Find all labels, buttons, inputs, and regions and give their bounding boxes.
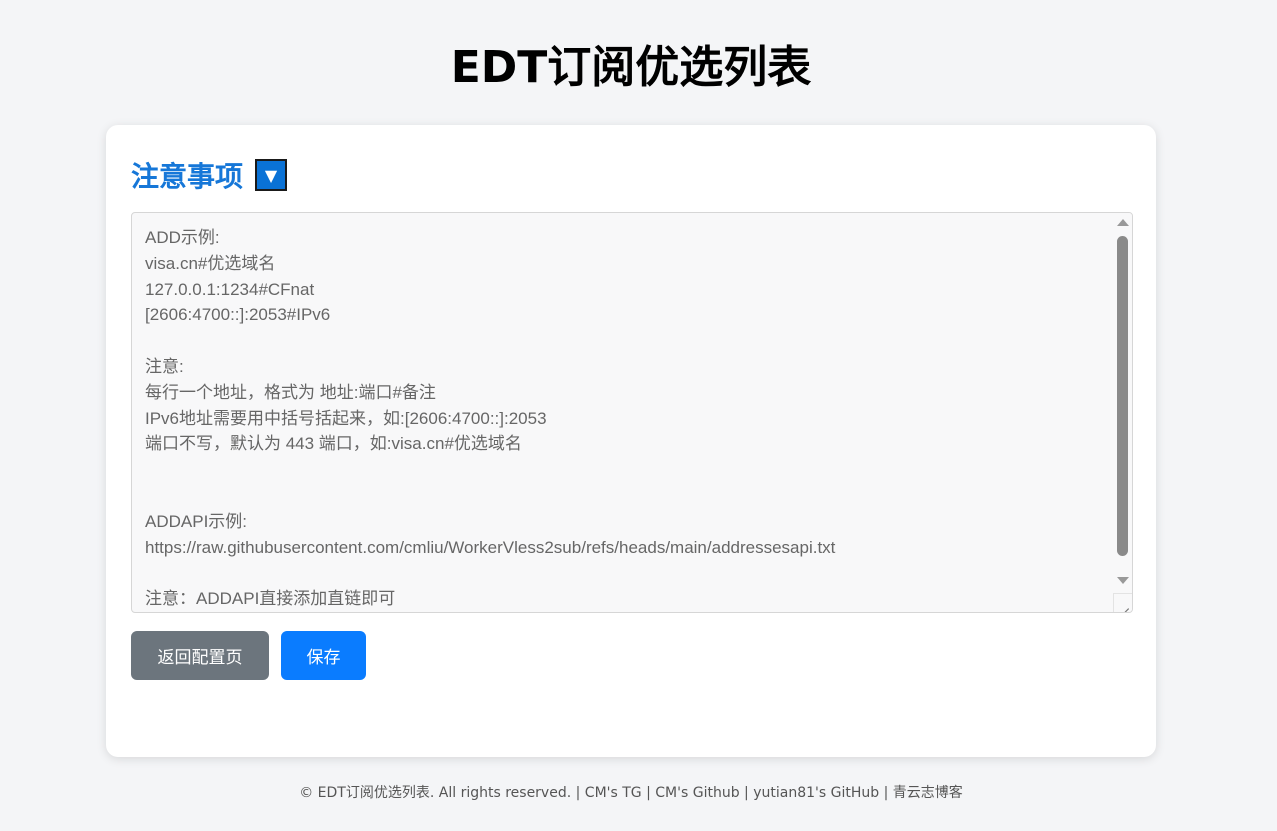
footer-link-blog[interactable]: 青云志博客 <box>893 785 963 801</box>
footer-copyright: © EDT订阅优选列表. All rights reserved. <box>299 785 572 801</box>
triangle-down-icon: ▼ <box>264 165 278 185</box>
page-title: EDT订阅优选列表 <box>450 42 812 93</box>
save-button[interactable]: 保存 <box>281 631 366 680</box>
footer-link-cm-tg[interactable]: CM's TG <box>585 785 642 801</box>
textarea-content[interactable]: ADD示例: visa.cn#优选域名 127.0.0.1:1234#CFnat… <box>145 225 1106 612</box>
footer: © EDT订阅优选列表. All rights reserved. | CM's… <box>299 785 963 801</box>
back-to-config-button[interactable]: 返回配置页 <box>131 631 269 680</box>
vertical-scrollbar[interactable] <box>1113 213 1132 594</box>
footer-link-cm-github[interactable]: CM's Github <box>655 785 739 801</box>
scrollbar-thumb[interactable] <box>1117 236 1128 556</box>
scroll-up-arrow-icon[interactable] <box>1117 219 1129 226</box>
notice-heading: 注意事项 ▼ <box>131 155 288 195</box>
footer-link-yutian81-github[interactable]: yutian81's GitHub <box>753 785 879 801</box>
notice-title: 注意事项 <box>131 160 244 193</box>
address-list-textarea[interactable]: ADD示例: visa.cn#优选域名 127.0.0.1:1234#CFnat… <box>131 212 1133 613</box>
notice-toggle-button[interactable]: ▼ <box>255 159 288 191</box>
scroll-down-arrow-icon[interactable] <box>1117 577 1129 584</box>
main-card: 注意事项 ▼ ADD示例: visa.cn#优选域名 127.0.0.1:123… <box>106 125 1156 757</box>
resize-handle-icon[interactable] <box>1113 593 1132 612</box>
